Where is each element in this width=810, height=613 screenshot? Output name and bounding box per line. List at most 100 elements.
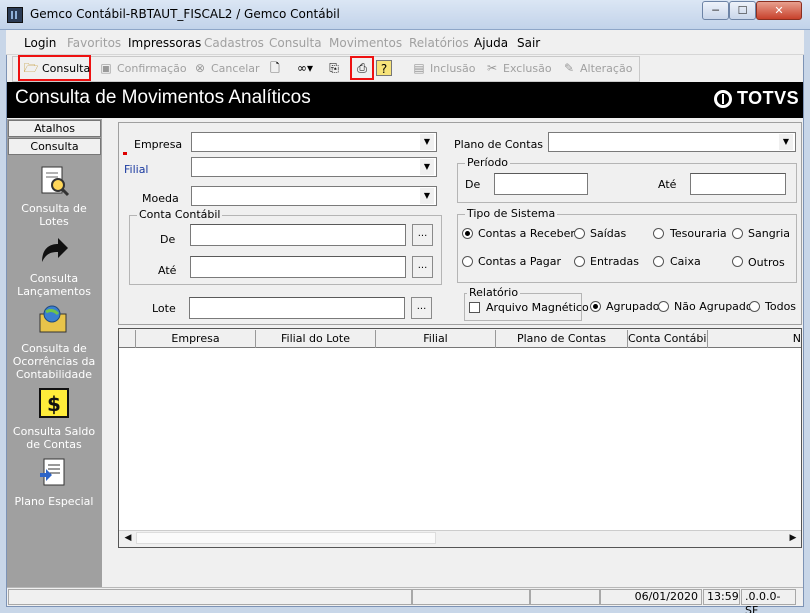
radio-nao-agrupado[interactable]: [658, 301, 669, 312]
minimize-button[interactable]: ─: [702, 1, 729, 20]
todos-label: Todos: [765, 300, 797, 313]
sidebar-item-plano-especial[interactable]: Plano Especial: [8, 495, 100, 508]
exclusao-button[interactable]: Exclusão: [503, 62, 552, 75]
conta-ate-lookup-button[interactable]: ...: [412, 256, 433, 278]
conta-ate-input[interactable]: [190, 256, 406, 278]
required-marker: [123, 152, 127, 155]
tipo-sistema-label: Tipo de Sistema: [465, 207, 558, 220]
column-header-empresa[interactable]: Empresa: [136, 330, 256, 348]
radio-saidas[interactable]: [574, 228, 585, 239]
column-header-filial-lote[interactable]: Filial do Lote: [256, 330, 376, 348]
sidebar-item-consulta-lancamentos[interactable]: Consulta Lançamentos: [8, 272, 100, 298]
menu-ajuda[interactable]: Ajuda: [474, 36, 508, 50]
radio-agrupado[interactable]: [590, 301, 601, 312]
folder-globe-icon[interactable]: [38, 304, 70, 336]
arquivo-magnetico-checkbox[interactable]: [469, 302, 480, 313]
periodo-de-label: De: [465, 178, 481, 191]
sidebar-item-consulta-lotes[interactable]: Consulta de Lotes: [8, 202, 100, 228]
status-version: .0.0.0-SF: [741, 589, 796, 613]
scrollbar-thumb[interactable]: [136, 532, 436, 544]
radio-entradas[interactable]: [574, 256, 585, 267]
lote-input[interactable]: [189, 297, 405, 319]
maximize-button[interactable]: ☐: [729, 1, 756, 20]
contas-pagar-label: Contas a Pagar: [478, 255, 562, 268]
arquivo-magnetico-label: Arquivo Magnético: [486, 301, 589, 314]
menu-sair[interactable]: Sair: [517, 36, 540, 50]
chevron-down-icon: ▼: [420, 134, 434, 150]
confirmacao-button[interactable]: Confirmação: [117, 62, 187, 75]
sidebar-item-consulta-ocorrencias[interactable]: Consulta de Ocorrências da Contabilidade: [8, 342, 100, 381]
radio-sangria[interactable]: [732, 228, 743, 239]
tab-consulta[interactable]: Consulta: [8, 138, 101, 155]
alteracao-button[interactable]: Alteração: [580, 62, 632, 75]
document-list-icon[interactable]: [38, 457, 70, 489]
close-button[interactable]: ✕: [756, 1, 802, 20]
results-grid[interactable]: [118, 328, 802, 548]
sidebar-item-consulta-saldo[interactable]: Consulta Saldo de Contas: [8, 425, 100, 451]
forward-arrow-icon[interactable]: [38, 234, 70, 266]
column-header-n[interactable]: N: [708, 330, 801, 348]
outros-label: Outros: [748, 256, 785, 269]
menu-favoritos[interactable]: Favoritos: [67, 36, 121, 50]
document-magnifier-icon[interactable]: [38, 165, 70, 197]
radio-contas-pagar[interactable]: [462, 256, 473, 267]
plano-contas-label: Plano de Contas: [454, 138, 544, 151]
tab-atalhos[interactable]: Atalhos: [8, 120, 101, 137]
menu-cadastros[interactable]: Cadastros: [204, 36, 264, 50]
totvs-logo-icon: [714, 90, 732, 108]
chevron-down-icon: ▼: [779, 134, 793, 150]
conta-de-input[interactable]: [190, 224, 406, 246]
conta-contabil-label: Conta Contábil: [137, 208, 223, 221]
status-panel-2: [412, 589, 530, 605]
periodo-de-input[interactable]: [494, 173, 588, 195]
empresa-select[interactable]: ▼: [191, 132, 437, 152]
conta-de-label: De: [160, 233, 176, 246]
filial-label: Filial: [124, 163, 149, 176]
new-document-icon[interactable]: 🗋: [267, 60, 283, 76]
menu-login[interactable]: Login: [24, 36, 56, 50]
status-date: 06/01/2020: [600, 589, 702, 605]
moeda-label: Moeda: [142, 192, 179, 205]
scroll-right-icon[interactable]: ▶: [785, 531, 801, 546]
radio-contas-receber[interactable]: [462, 228, 473, 239]
column-header-filial[interactable]: Filial: [376, 330, 496, 348]
inclusao-icon: ▤: [413, 61, 425, 75]
radio-caixa[interactable]: [653, 256, 664, 267]
menu-relatorios[interactable]: Relatórios: [409, 36, 469, 50]
money-sign-icon[interactable]: $: [38, 387, 70, 419]
menu-impressoras[interactable]: Impressoras: [128, 36, 201, 50]
tipo-sistema-group: [457, 214, 797, 283]
column-header-conta-contabil[interactable]: Conta Contábil: [628, 330, 708, 348]
radio-todos[interactable]: [749, 301, 760, 312]
menu-movimentos[interactable]: Movimentos: [329, 36, 402, 50]
help-icon[interactable]: ?: [376, 60, 392, 76]
conta-ate-label: Até: [158, 264, 177, 277]
menu-consulta[interactable]: Consulta: [269, 36, 322, 50]
tesouraria-label: Tesouraria: [670, 227, 727, 240]
consulta-button-label: Consulta: [42, 62, 91, 75]
window-title: Gemco Contábil-RBTAUT_FISCAL2 / Gemco Co…: [30, 7, 340, 21]
periodo-ate-label: Até: [658, 178, 677, 191]
plano-contas-select[interactable]: ▼: [548, 132, 796, 152]
exclusao-icon: ✂: [486, 61, 498, 75]
relatorio-label: Relatório: [467, 286, 521, 299]
column-header-plano-contas[interactable]: Plano de Contas: [496, 330, 628, 348]
periodo-ate-input[interactable]: [690, 173, 786, 195]
cancelar-button[interactable]: Cancelar: [211, 62, 260, 75]
moeda-select[interactable]: ▼: [191, 186, 437, 206]
conta-de-lookup-button[interactable]: ...: [412, 224, 433, 246]
inclusao-button[interactable]: Inclusão: [430, 62, 476, 75]
radio-tesouraria[interactable]: [653, 228, 664, 239]
caixa-label: Caixa: [670, 255, 701, 268]
grid-indicator-column: [119, 330, 136, 348]
agrupado-label: Agrupado: [606, 300, 660, 313]
binoculars-icon[interactable]: ∞▾: [294, 60, 316, 76]
lote-lookup-button[interactable]: ...: [411, 297, 432, 319]
lote-label: Lote: [152, 302, 176, 315]
scroll-left-icon[interactable]: ◀: [120, 531, 136, 546]
cancel-icon: ⊗: [194, 61, 206, 75]
filial-select[interactable]: ▼: [191, 157, 437, 177]
export-icon[interactable]: ⎘: [326, 60, 342, 76]
radio-outros[interactable]: [732, 256, 743, 267]
save-disk-icon: ▣: [100, 61, 112, 75]
